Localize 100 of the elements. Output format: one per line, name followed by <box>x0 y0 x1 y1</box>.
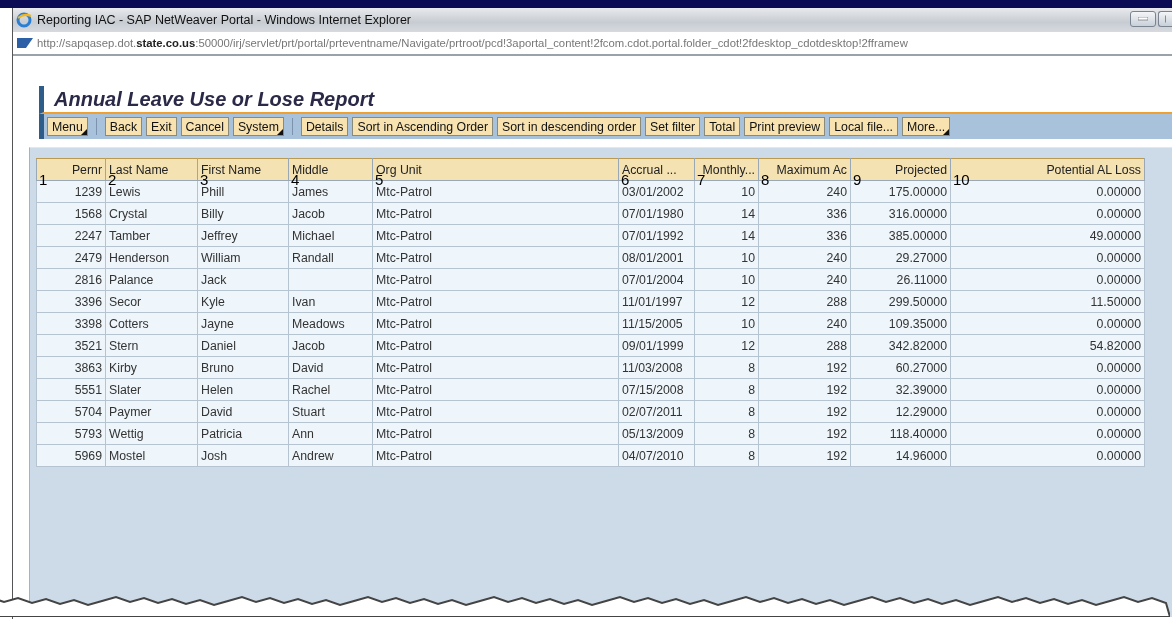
table-cell: 14 <box>741 206 755 221</box>
table-cell: William <box>201 250 241 265</box>
table-cell: 11.50000 <box>1090 294 1141 309</box>
table-cell: 04/07/2010 <box>622 448 684 463</box>
toolbar-button[interactable]: Print preview <box>744 117 826 136</box>
table-cell: Billy <box>201 206 224 221</box>
toolbar-button[interactable]: Exit <box>146 117 177 136</box>
minimize-button[interactable] <box>1130 11 1156 27</box>
table-cell: 11/03/2008 <box>622 360 683 375</box>
table-cell: 5704 <box>74 404 102 419</box>
table-cell: 8 <box>748 404 755 419</box>
table-cell: Mtc-Patrol <box>376 272 433 287</box>
table-cell: Jack <box>201 272 227 287</box>
table-cell: Phill <box>201 184 225 199</box>
table-cell: Ivan <box>292 294 316 309</box>
toolbar-button[interactable]: System <box>232 117 284 136</box>
column-header[interactable]: Org Unit <box>376 162 422 177</box>
table-cell: 288 <box>826 294 847 309</box>
table-cell: James <box>292 184 329 199</box>
table-cell: Mtc-Patrol <box>376 426 433 441</box>
table-cell: 5551 <box>74 382 102 397</box>
table-cell: 07/01/2004 <box>622 272 684 287</box>
table-cell: 32.39000 <box>895 382 947 397</box>
table-cell: Henderson <box>109 250 170 265</box>
table-cell: Randall <box>292 250 334 265</box>
table-cell: Palance <box>109 272 154 287</box>
table-cell: 8 <box>748 426 755 441</box>
table-cell: Mtc-Patrol <box>376 338 433 353</box>
table-cell: Lewis <box>109 184 141 199</box>
table-cell: 07/15/2008 <box>622 382 684 397</box>
table-cell: Jacob <box>292 206 325 221</box>
table-cell: 5969 <box>74 448 102 463</box>
table-cell: 07/01/1980 <box>622 206 684 221</box>
toolbar-button[interactable]: Details <box>300 117 349 136</box>
table-cell: 11/01/1997 <box>622 294 683 309</box>
table-cell: Cotters <box>109 316 149 331</box>
table-cell: 192 <box>826 360 847 375</box>
table-cell: Meadows <box>292 316 345 331</box>
table-cell: 3398 <box>74 316 102 331</box>
table-cell: 02/07/2011 <box>622 404 683 419</box>
column-number: 6 <box>621 172 630 187</box>
toolbar-button[interactable]: Total <box>704 117 741 136</box>
table-cell: Josh <box>201 448 227 463</box>
table-cell: 0.00000 <box>1096 272 1141 287</box>
toolbar-button[interactable]: Cancel <box>180 117 229 136</box>
table-cell: 1568 <box>74 206 102 221</box>
table-cell: 192 <box>826 382 847 397</box>
restore-button[interactable] <box>1158 11 1172 27</box>
table-cell: 12 <box>741 294 755 309</box>
table-cell: 109.35000 <box>888 316 947 331</box>
table-cell: Jayne <box>201 316 234 331</box>
toolbar-button[interactable]: Local file... <box>829 117 898 136</box>
table-cell: Wettig <box>109 426 144 441</box>
table-cell: Patricia <box>201 426 242 441</box>
table-cell: 2479 <box>74 250 102 265</box>
table-cell: 12.29000 <box>895 404 947 419</box>
table-cell: Mtc-Patrol <box>376 294 433 309</box>
table-cell: 10 <box>741 272 755 287</box>
table-cell: 316.00000 <box>888 206 947 221</box>
table-cell: 118.40000 <box>889 426 947 441</box>
table-cell: Daniel <box>201 338 236 353</box>
column-number: 3 <box>200 172 209 187</box>
table-cell: 240 <box>826 316 847 331</box>
table-cell: David <box>292 360 324 375</box>
table-cell: Bruno <box>201 360 234 375</box>
table-cell: Paymer <box>109 404 152 419</box>
table-cell: Mtc-Patrol <box>376 206 433 221</box>
table-cell: Crystal <box>109 206 148 221</box>
table-cell: 175.00000 <box>888 184 947 199</box>
table-cell: Slater <box>109 382 142 397</box>
table-cell: Jacob <box>292 338 325 353</box>
table-cell: 14.96000 <box>895 448 947 463</box>
table-cell: 240 <box>826 250 847 265</box>
column-number: 9 <box>853 172 862 187</box>
table-cell: 1239 <box>74 184 102 199</box>
table-cell: Mtc-Patrol <box>376 360 433 375</box>
table-cell: Rachel <box>292 382 331 397</box>
toolbar-button[interactable]: More... <box>902 117 951 136</box>
table-cell: 10 <box>741 184 755 199</box>
table-cell: Mtc-Patrol <box>376 250 433 265</box>
table-cell: 342.82000 <box>888 338 947 353</box>
toolbar-button[interactable]: Menu <box>47 117 88 136</box>
table-cell: 288 <box>826 338 847 353</box>
toolbar-button[interactable]: Sort in descending order <box>497 117 642 136</box>
toolbar-button[interactable]: Back <box>104 117 143 136</box>
window-title: Reporting IAC - SAP NetWeaver Portal - Windows Internet Explorer <box>37 13 411 27</box>
table-cell: 240 <box>826 184 847 199</box>
table-cell: 5793 <box>74 426 102 441</box>
toolbar-button[interactable]: Sort in Ascending Order <box>352 117 494 136</box>
table-cell: 8 <box>748 382 755 397</box>
column-number: 1 <box>39 172 48 187</box>
table-cell: 2247 <box>74 228 102 243</box>
address-field[interactable]: http://sapqasep.dot.state.co.us:50000/irj/servlet/prt/portal/prteventname/Navigate/prtroot/pcd!3aportal_content!2fcom.cdot.portal.folder_cdot!2fdesktop_cdotdesktop!2fframew <box>37 37 908 49</box>
table-cell: 385.00000 <box>888 228 947 243</box>
table-cell: 54.82000 <box>1089 338 1141 353</box>
toolbar-button[interactable]: Set filter <box>645 117 701 136</box>
table-cell: 8 <box>748 360 755 375</box>
table-cell: 0.00000 <box>1096 426 1141 441</box>
table-cell: 192 <box>826 426 847 441</box>
table-cell: 08/01/2001 <box>622 250 684 265</box>
